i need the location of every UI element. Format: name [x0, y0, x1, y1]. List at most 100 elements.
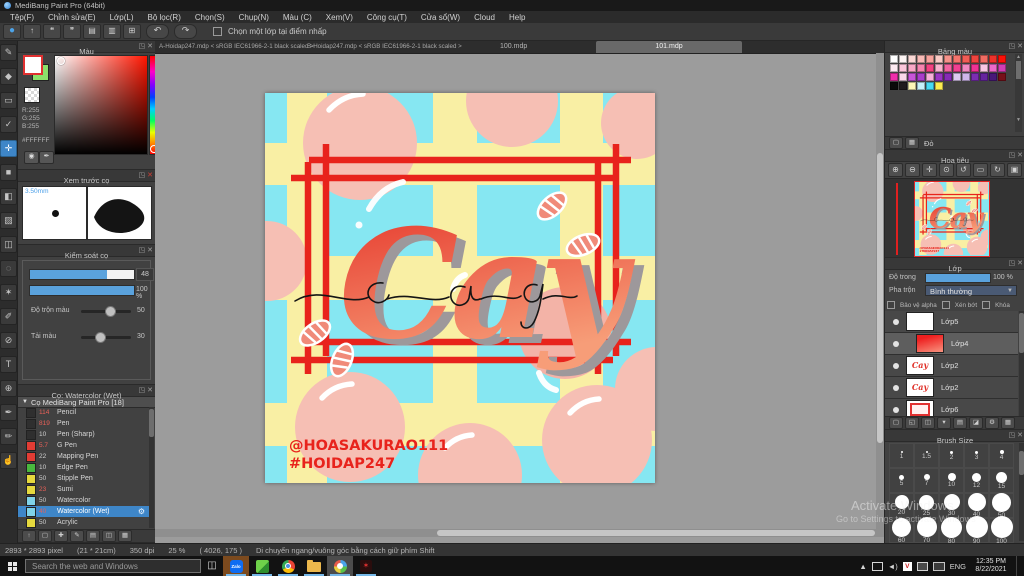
palette-swatch-2-4[interactable]: [926, 73, 934, 81]
palette-swatch-0-3[interactable]: [917, 55, 925, 63]
layer-settings-button[interactable]: ⚙: [985, 417, 999, 429]
divide-tool[interactable]: ✏: [0, 428, 17, 445]
palette-swatch-0-12[interactable]: [998, 55, 1006, 63]
brush-list-scrollbar[interactable]: [149, 407, 154, 528]
tab-100[interactable]: 100.mdp: [500, 41, 527, 53]
brush-settings-icon[interactable]: ⚙: [138, 507, 145, 516]
fit-screen-button[interactable]: ✛: [922, 163, 937, 177]
brush-size-1.5[interactable]: 1.5: [914, 443, 939, 468]
tab-b-hoidap247[interactable]: B-Hoidap247.mdp < sRGB IEC61966-2-1 blac…: [307, 41, 462, 53]
brush-item-3[interactable]: 5.7 G Pen: [18, 440, 149, 451]
layer-row-3[interactable]: Cay Lớp2: [885, 377, 1018, 399]
material-button[interactable]: ▥: [103, 24, 121, 39]
touch-keyboard-icon[interactable]: [916, 561, 928, 571]
palette-swatch-1-4[interactable]: [926, 64, 934, 72]
palette-swatch-2-0[interactable]: [890, 73, 898, 81]
palette-swatch-3-3[interactable]: [917, 82, 925, 90]
palette-swatch-2-3[interactable]: [917, 73, 925, 81]
menu-item-3[interactable]: Bộ lọc(R): [141, 13, 188, 22]
palette-swatch-0-9[interactable]: [971, 55, 979, 63]
palette-swatch-0-5[interactable]: [935, 55, 943, 63]
palette-swatch-1-7[interactable]: [953, 64, 961, 72]
horizontal-scrollbar[interactable]: [155, 529, 876, 537]
palette-swatch-1-0[interactable]: [890, 64, 898, 72]
palette-swatch-1-2[interactable]: [908, 64, 916, 72]
new-brush-menu-button[interactable]: ✚: [54, 530, 68, 542]
opacity-slider[interactable]: [925, 273, 991, 283]
transparent-color-swatch[interactable]: [24, 87, 40, 103]
brush-size-slider[interactable]: [29, 269, 135, 280]
main-menu-button[interactable]: ●: [3, 24, 21, 39]
palette-swatch-3-5[interactable]: [935, 82, 943, 90]
navigator-view[interactable]: Cay Cay @HOASAKURAO111 #HOIDAP247: [885, 178, 1024, 257]
mix-slider-thumb[interactable]: [105, 306, 116, 317]
menu-item-7[interactable]: Xem(V): [319, 13, 360, 22]
pen-tool[interactable]: ✎: [0, 44, 17, 61]
brush-item-9[interactable]: 40 Watercolor (Wet) ⚙: [18, 506, 149, 517]
canvas-area[interactable]: A-Hoidap247.mdp < sRGB IEC61966-2-1 blac…: [155, 41, 884, 543]
volume-icon[interactable]: ◄): [888, 562, 898, 571]
palette-swatch-1-12[interactable]: [998, 64, 1006, 72]
popout-icon[interactable]: ◳: [139, 385, 146, 396]
close-icon[interactable]: ✕: [147, 245, 153, 256]
saturation-value-box[interactable]: [54, 55, 148, 155]
visibility-icon[interactable]: [893, 384, 899, 391]
palette-swatch-0-1[interactable]: [899, 55, 907, 63]
brush-size-3[interactable]: 3: [964, 443, 989, 468]
palette-swatch-1-3[interactable]: [917, 64, 925, 72]
save-button[interactable]: ↑: [23, 24, 41, 39]
zoom-tool[interactable]: ⊕: [0, 380, 17, 397]
palette-swatch-1-5[interactable]: [935, 64, 943, 72]
taskbar-clock[interactable]: 12:35 PM 8/22/2021: [971, 558, 1011, 574]
layer-row-0[interactable]: Lớp5: [885, 311, 1018, 333]
merge-layer-button[interactable]: ◪: [969, 417, 983, 429]
taskbar-red-app-button[interactable]: ✶: [353, 556, 379, 576]
delete-brush-button[interactable]: ▦: [118, 530, 132, 542]
undo-button[interactable]: ↶: [146, 24, 169, 39]
tray-expand-icon[interactable]: ▲: [859, 562, 866, 571]
rotate-right-button[interactable]: ↻: [990, 163, 1005, 177]
layer-menu-button[interactable]: ▾: [937, 417, 951, 429]
move-tool[interactable]: ✛: [0, 140, 17, 157]
pick-layer-checkbox[interactable]: [213, 27, 222, 36]
load-slider[interactable]: [81, 336, 131, 339]
comment-button[interactable]: ❝: [43, 24, 61, 39]
foreground-color-swatch[interactable]: [23, 55, 43, 75]
edit-brush-button[interactable]: ✎: [70, 530, 84, 542]
brush-size-50[interactable]: 50: [989, 492, 1014, 518]
palette-swatch-2-6[interactable]: [944, 73, 952, 81]
redo-button[interactable]: ↷: [174, 24, 197, 39]
vertical-scrollbar[interactable]: [876, 53, 884, 537]
new-brush-button[interactable]: ▢: [38, 530, 52, 542]
zoom-out-button[interactable]: ⊖: [905, 163, 920, 177]
brush-item-5[interactable]: 10 Edge Pen: [18, 462, 149, 473]
close-icon[interactable]: ✕: [1017, 41, 1023, 52]
popout-icon[interactable]: ◳: [139, 245, 146, 256]
picker-mode-button[interactable]: ✒: [39, 151, 54, 164]
palette-swatch-2-8[interactable]: [962, 73, 970, 81]
brush-item-4[interactable]: 22 Mapping Pen: [18, 451, 149, 462]
load-slider-thumb[interactable]: [95, 332, 106, 343]
brush-size-10[interactable]: 10: [939, 468, 964, 493]
menu-item-4[interactable]: Chọn(S): [188, 13, 232, 22]
chat-button[interactable]: ❞: [63, 24, 81, 39]
start-button[interactable]: [0, 556, 24, 576]
menu-item-1[interactable]: Chỉnh sửa(E): [41, 13, 103, 22]
menu-item-10[interactable]: Cloud: [467, 13, 502, 22]
delete-layer-button[interactable]: ▦: [1001, 417, 1015, 429]
palette-swatch-2-9[interactable]: [971, 73, 979, 81]
eraser-tool[interactable]: ◆: [0, 68, 17, 85]
eyedropper-tool[interactable]: ✒: [0, 404, 17, 421]
palette-swatch-0-8[interactable]: [962, 55, 970, 63]
brush-size-12[interactable]: 12: [964, 468, 989, 493]
vertical-scrollbar-thumb[interactable]: [877, 153, 883, 443]
menu-item-9[interactable]: Cửa sổ(W): [414, 13, 467, 22]
text-tool[interactable]: T: [0, 356, 17, 373]
visibility-icon[interactable]: [893, 406, 899, 413]
palette-swatch-0-10[interactable]: [980, 55, 988, 63]
brush-item-7[interactable]: 23 Sumi: [18, 484, 149, 495]
tab-101-active[interactable]: 101.mdp: [596, 41, 742, 53]
lasso-tool[interactable]: ◌: [0, 260, 17, 277]
brush-size-2[interactable]: 2: [939, 443, 964, 468]
lock-checkbox[interactable]: [982, 301, 991, 309]
